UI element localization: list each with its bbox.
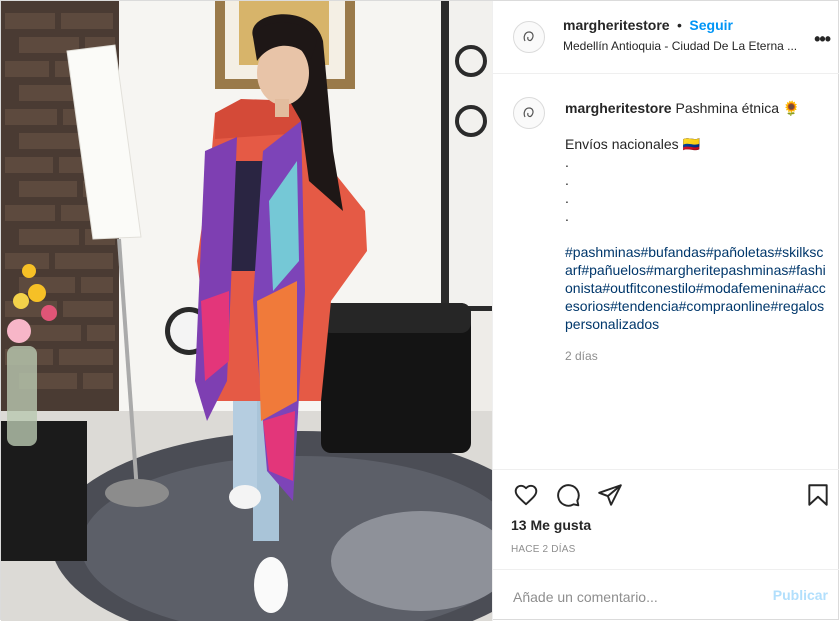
caption-username[interactable]: margheritestore <box>565 100 672 116</box>
bookmark-icon[interactable] <box>805 482 831 508</box>
caption-avatar[interactable] <box>513 97 545 129</box>
comment-icon[interactable] <box>555 482 581 508</box>
photo-illustration <box>1 1 492 621</box>
header-username[interactable]: margheritestore <box>563 17 670 33</box>
post-sidebar: margheritestore • Seguir Medellín Antioq… <box>492 1 839 621</box>
follow-button[interactable]: Seguir <box>689 17 733 33</box>
publish-button[interactable]: Publicar <box>773 587 828 603</box>
caption-dot: . <box>565 154 569 170</box>
heart-icon[interactable] <box>513 482 539 508</box>
caption-time: 2 días <box>565 349 598 363</box>
post-photo[interactable] <box>1 1 492 621</box>
store-logo-icon <box>523 31 534 42</box>
caption-dot: . <box>565 208 569 224</box>
store-logo-icon <box>523 107 534 118</box>
post-timestamp[interactable]: HACE 2 DÍAS <box>511 544 575 555</box>
caption-hashtags[interactable]: #pashminas#bufandas#pañoletas#skilkscarf… <box>565 243 830 333</box>
share-icon[interactable] <box>597 482 623 508</box>
avatar[interactable] <box>513 21 545 53</box>
header-title-row: margheritestore • Seguir <box>563 17 733 35</box>
location-link[interactable]: Medellín Antioquia - Ciudad De La Eterna… <box>563 39 819 53</box>
caption-text: margheritestore Pashmina étnica 🌻 Envíos… <box>565 99 830 365</box>
caption-section: margheritestore Pashmina étnica 🌻 Envíos… <box>493 73 839 469</box>
comment-input[interactable] <box>511 584 755 610</box>
likes-count[interactable]: 13 Me gusta <box>511 517 591 533</box>
caption-shipping: Envíos nacionales 🇨🇴 <box>565 136 700 152</box>
caption-dot: . <box>565 190 569 206</box>
caption-title: Pashmina étnica 🌻 <box>675 100 801 116</box>
post-header: margheritestore • Seguir Medellín Antioq… <box>493 1 839 74</box>
caption-dot: . <box>565 172 569 188</box>
header-separator: • <box>677 17 682 33</box>
instagram-post: margheritestore • Seguir Medellín Antioq… <box>0 0 839 621</box>
action-bar: 13 Me gusta HACE 2 DÍAS <box>493 469 839 570</box>
comment-box: Publicar <box>493 569 839 622</box>
more-options-icon[interactable]: ••• <box>814 29 831 50</box>
